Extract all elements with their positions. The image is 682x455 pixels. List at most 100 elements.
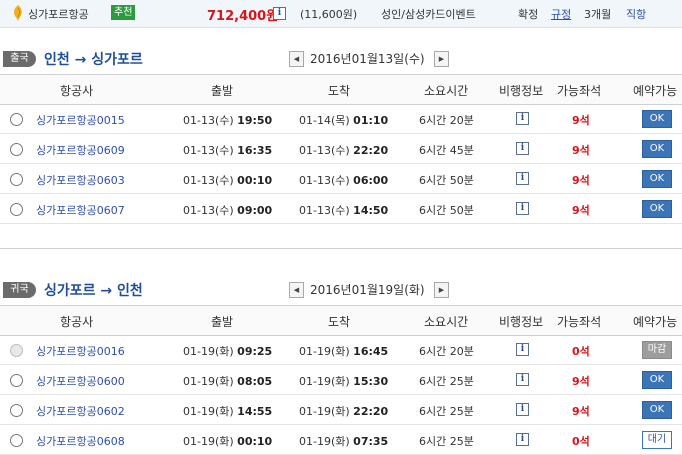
arrival-clock: 22:20 bbox=[353, 144, 389, 157]
col-duration: 소요시간 bbox=[424, 84, 469, 98]
arrival-time: 01-19(화) 16:45 bbox=[299, 343, 388, 359]
flight-number-link[interactable]: 싱가포르항공0608 bbox=[36, 433, 125, 449]
col-seats: 가능좌석 bbox=[557, 315, 602, 329]
info-icon[interactable]: i bbox=[516, 433, 529, 446]
arrival-time: 01-19(화) 22:20 bbox=[299, 403, 388, 419]
flight-row: 싱가포르항공0015 01-13(수) 19:50 01-14(목) 01:10 6시… bbox=[0, 104, 682, 134]
flight-number-link[interactable]: 싱가포르항공0602 bbox=[36, 403, 125, 419]
arrival-date: 01-13(수) bbox=[299, 144, 350, 157]
select-radio[interactable] bbox=[10, 173, 23, 186]
departure-clock: 19:50 bbox=[237, 114, 273, 127]
departure-date: 01-13(수) bbox=[183, 204, 234, 217]
col-departure: 출발 bbox=[211, 315, 234, 329]
prev-date-button[interactable]: ◀ bbox=[289, 282, 304, 298]
flight-number-link[interactable]: 싱가포르항공0609 bbox=[36, 142, 125, 158]
departure-time: 01-19(화) 09:25 bbox=[183, 343, 272, 359]
departure-time: 01-13(수) 19:50 bbox=[183, 112, 272, 128]
select-radio[interactable] bbox=[10, 113, 23, 126]
departure-clock: 00:10 bbox=[237, 435, 273, 448]
booking-button[interactable]: 대기 bbox=[642, 431, 672, 449]
info-icon[interactable]: i bbox=[516, 142, 529, 155]
section-divider bbox=[0, 248, 682, 249]
arrival-date: 01-19(화) bbox=[299, 405, 350, 418]
available-seats: 9석 bbox=[572, 114, 590, 127]
arrival-date: 01-19(화) bbox=[299, 435, 350, 448]
info-icon[interactable]: i bbox=[516, 112, 529, 125]
info-icon[interactable]: i bbox=[516, 343, 529, 356]
total-price: 712,400원 bbox=[207, 9, 279, 24]
outbound-tag: 출국 bbox=[3, 51, 36, 67]
info-icon[interactable]: i bbox=[516, 373, 529, 386]
col-seats: 가능좌석 bbox=[557, 84, 602, 98]
arrival-date: 01-13(수) bbox=[299, 204, 350, 217]
info-icon[interactable]: i bbox=[516, 403, 529, 416]
departure-time: 01-19(화) 00:10 bbox=[183, 433, 272, 449]
arrival-time: 01-14(목) 01:10 bbox=[299, 112, 388, 128]
booking-button[interactable]: OK bbox=[642, 140, 672, 158]
inbound-tag: 귀국 bbox=[3, 282, 36, 298]
select-radio bbox=[10, 344, 23, 357]
select-radio[interactable] bbox=[10, 434, 23, 447]
booking-button[interactable]: OK bbox=[642, 200, 672, 218]
booking-button[interactable]: OK bbox=[642, 110, 672, 128]
select-radio[interactable] bbox=[10, 374, 23, 387]
airline-name: 싱가포르항공 bbox=[28, 8, 89, 21]
flight-row: 싱가포르항공0609 01-13(수) 16:35 01-13(수) 22:20 6시… bbox=[0, 134, 682, 164]
card-event-label: 성인/삼성카드이벤트 bbox=[381, 8, 476, 21]
select-radio[interactable] bbox=[10, 404, 23, 417]
arrival-date: 01-19(화) bbox=[299, 345, 350, 358]
arrival-time: 01-13(수) 14:50 bbox=[299, 202, 388, 218]
prev-date-button[interactable]: ◀ bbox=[289, 51, 304, 67]
arrival-clock: 07:35 bbox=[353, 435, 389, 448]
select-radio[interactable] bbox=[10, 203, 23, 216]
sub-price: (11,600원) bbox=[300, 8, 358, 21]
arrival-date: 01-13(수) bbox=[299, 174, 350, 187]
airline-logo-icon bbox=[14, 5, 22, 21]
departure-date: 01-19(화) bbox=[183, 375, 234, 388]
available-seats: 9석 bbox=[572, 405, 590, 418]
next-date-button[interactable]: ▶ bbox=[434, 51, 449, 67]
available-seats: 0석 bbox=[572, 345, 590, 358]
arrival-clock: 14:50 bbox=[353, 204, 389, 217]
departure-time: 01-13(수) 09:00 bbox=[183, 202, 272, 218]
flight-number-link[interactable]: 싱가포르항공0603 bbox=[36, 172, 125, 188]
inbound-header: 귀국 싱가포르 → 인천 ◀ 2016년01월19일(화) ▶ bbox=[0, 279, 682, 301]
select-radio[interactable] bbox=[10, 143, 23, 156]
recommend-badge: 추천 bbox=[111, 5, 136, 20]
arrival-time: 01-19(화) 07:35 bbox=[299, 433, 388, 449]
departure-time: 01-13(수) 00:10 bbox=[183, 172, 272, 188]
arrival-clock: 01:10 bbox=[353, 114, 389, 127]
col-airline: 항공사 bbox=[60, 84, 94, 98]
arrival-clock: 16:45 bbox=[353, 345, 389, 358]
departure-time: 01-19(화) 08:05 bbox=[183, 373, 272, 389]
flight-number-link[interactable]: 싱가포르항공0607 bbox=[36, 202, 125, 218]
info-icon[interactable]: i bbox=[516, 172, 529, 185]
departure-clock: 16:35 bbox=[237, 144, 273, 157]
booking-button[interactable]: OK bbox=[642, 170, 672, 188]
next-date-button[interactable]: ▶ bbox=[434, 282, 449, 298]
fare-summary-bar: 싱가포르항공 추천 712,400원 i (11,600원) 성인/삼성카드이벤… bbox=[0, 0, 682, 28]
info-icon[interactable]: i bbox=[516, 202, 529, 215]
flight-row: 싱가포르항공0602 01-19(화) 14:55 01-19(화) 22:20 6시… bbox=[0, 395, 682, 425]
flight-number-link[interactable]: 싱가포르항공0600 bbox=[36, 373, 125, 389]
arrival-clock: 22:20 bbox=[353, 405, 389, 418]
flight-number-link[interactable]: 싱가포르항공0016 bbox=[36, 343, 125, 359]
inbound-date: 2016년01월19일(화) bbox=[310, 283, 425, 297]
departure-time: 01-13(수) 16:35 bbox=[183, 142, 272, 158]
info-icon[interactable]: i bbox=[273, 7, 286, 20]
col-flight-info: 비행정보 bbox=[499, 315, 544, 329]
departure-date: 01-19(화) bbox=[183, 435, 234, 448]
fare-rule-link[interactable]: 규정 bbox=[551, 6, 571, 22]
booking-button[interactable]: OK bbox=[642, 401, 672, 419]
col-bookable: 예약가능 bbox=[633, 315, 678, 329]
flight-row: 싱가포르항공0603 01-13(수) 00:10 01-13(수) 06:00 6시… bbox=[0, 164, 682, 194]
booking-button: 마감 bbox=[642, 341, 672, 359]
flight-number-link[interactable]: 싱가포르항공0015 bbox=[36, 112, 125, 128]
arrival-clock: 15:30 bbox=[353, 375, 389, 388]
col-flight-info: 비행정보 bbox=[499, 84, 544, 98]
flight-duration: 6시간 20분 bbox=[419, 345, 474, 358]
departure-date: 01-13(수) bbox=[183, 114, 234, 127]
departure-time: 01-19(화) 14:55 bbox=[183, 403, 272, 419]
col-bookable: 예약가능 bbox=[633, 84, 678, 98]
booking-button[interactable]: OK bbox=[642, 371, 672, 389]
